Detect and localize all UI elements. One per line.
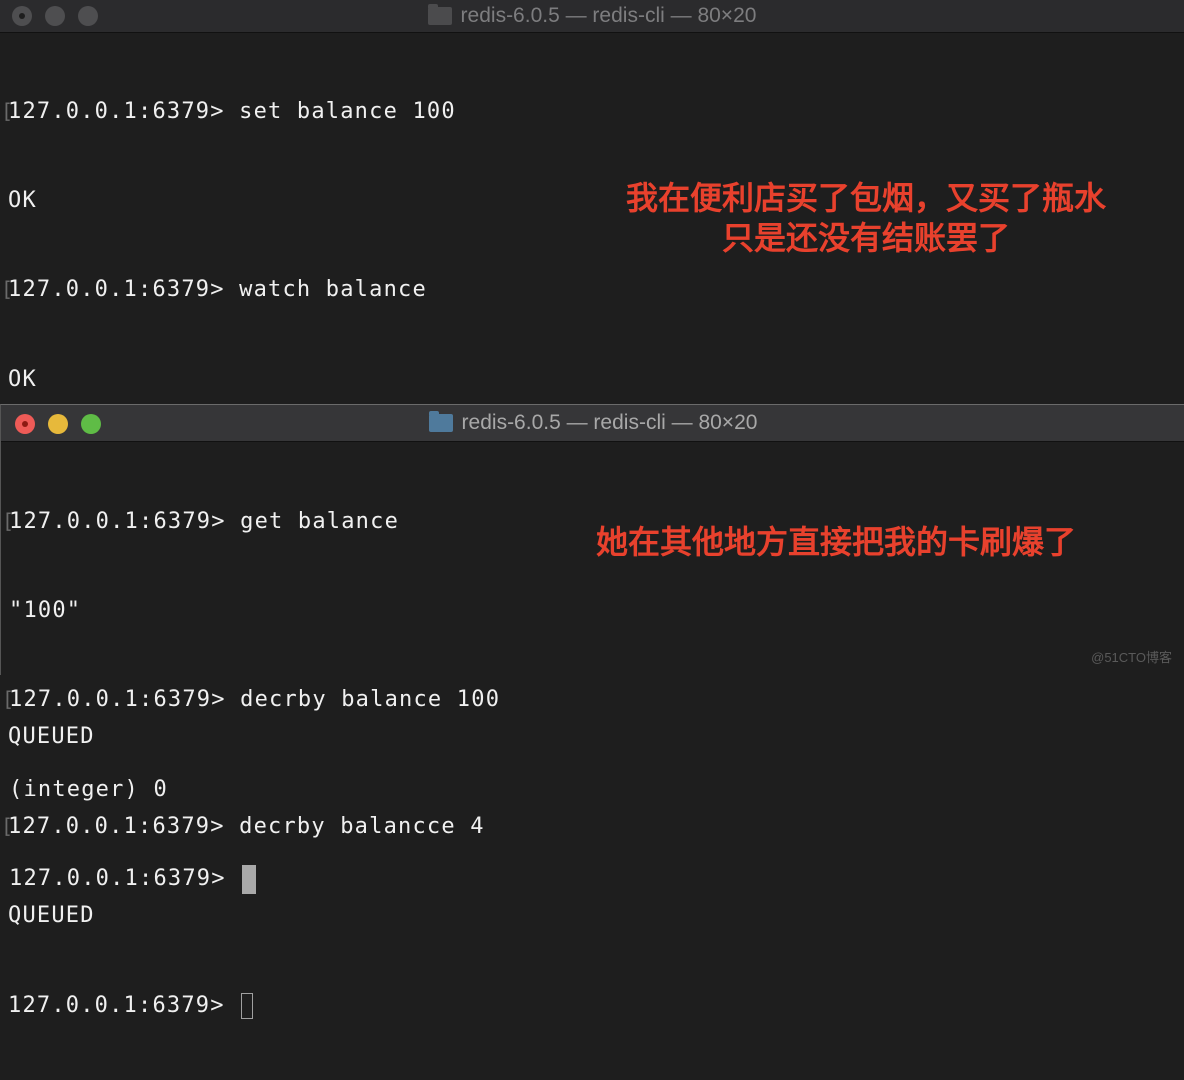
terminal-line: 127.0.0.1:6379> watch balance: [1, 275, 499, 305]
terminal-line: OK: [8, 366, 37, 392]
terminal-line: 127.0.0.1:6379> set balance 100: [1, 97, 499, 127]
annotation-line: 只是还没有结账罢了: [721, 219, 1010, 257]
title-bar[interactable]: redis-6.0.5 — redis-cli — 80×20: [1, 405, 1184, 442]
annotation-line: 我在便利店买了包烟，又买了瓶水: [625, 179, 1106, 217]
terminal-window-1[interactable]: redis-6.0.5 — redis-cli — 80×20 127.0.0.…: [0, 0, 1184, 1019]
title-bar[interactable]: redis-6.0.5 — redis-cli — 80×20: [0, 0, 1184, 33]
prompt: 127.0.0.1:6379>: [9, 866, 241, 892]
terminal-output[interactable]: 127.0.0.1:6379> get balance "100" 127.0.…: [2, 447, 500, 954]
watermark: @51CTO博客: [1091, 650, 1172, 665]
annotation-line: 她在其他地方直接把我的卡刷爆了: [596, 523, 1077, 561]
terminal-line: 127.0.0.1:6379> get balance: [2, 507, 500, 537]
window-title-text: redis-6.0.5 — redis-cli — 80×20: [461, 411, 758, 434]
prompt: 127.0.0.1:6379>: [8, 992, 240, 1018]
window-title-text: redis-6.0.5 — redis-cli — 80×20: [460, 4, 757, 27]
window-title: redis-6.0.5 — redis-cli — 80×20: [1, 405, 1184, 441]
annotation-1: 我在便利店买了包烟，又买了瓶水 只是还没有结账罢了: [596, 178, 1136, 258]
cursor: [241, 992, 254, 1019]
cursor: [242, 864, 257, 894]
annotation-2: 她在其他地方直接把我的卡刷爆了: [596, 522, 1136, 562]
folder-icon: [428, 411, 453, 432]
window-title: redis-6.0.5 — redis-cli — 80×20: [0, 0, 1184, 32]
folder-icon: [427, 4, 452, 25]
prompt-line[interactable]: 127.0.0.1:6379>: [9, 864, 500, 894]
terminal-line: "100": [9, 597, 82, 623]
prompt-line[interactable]: 127.0.0.1:6379>: [8, 991, 499, 1021]
terminal-line: 127.0.0.1:6379> decrby balance 100: [2, 685, 500, 715]
terminal-line: OK: [8, 187, 37, 213]
terminal-line: (integer) 0: [9, 776, 168, 802]
